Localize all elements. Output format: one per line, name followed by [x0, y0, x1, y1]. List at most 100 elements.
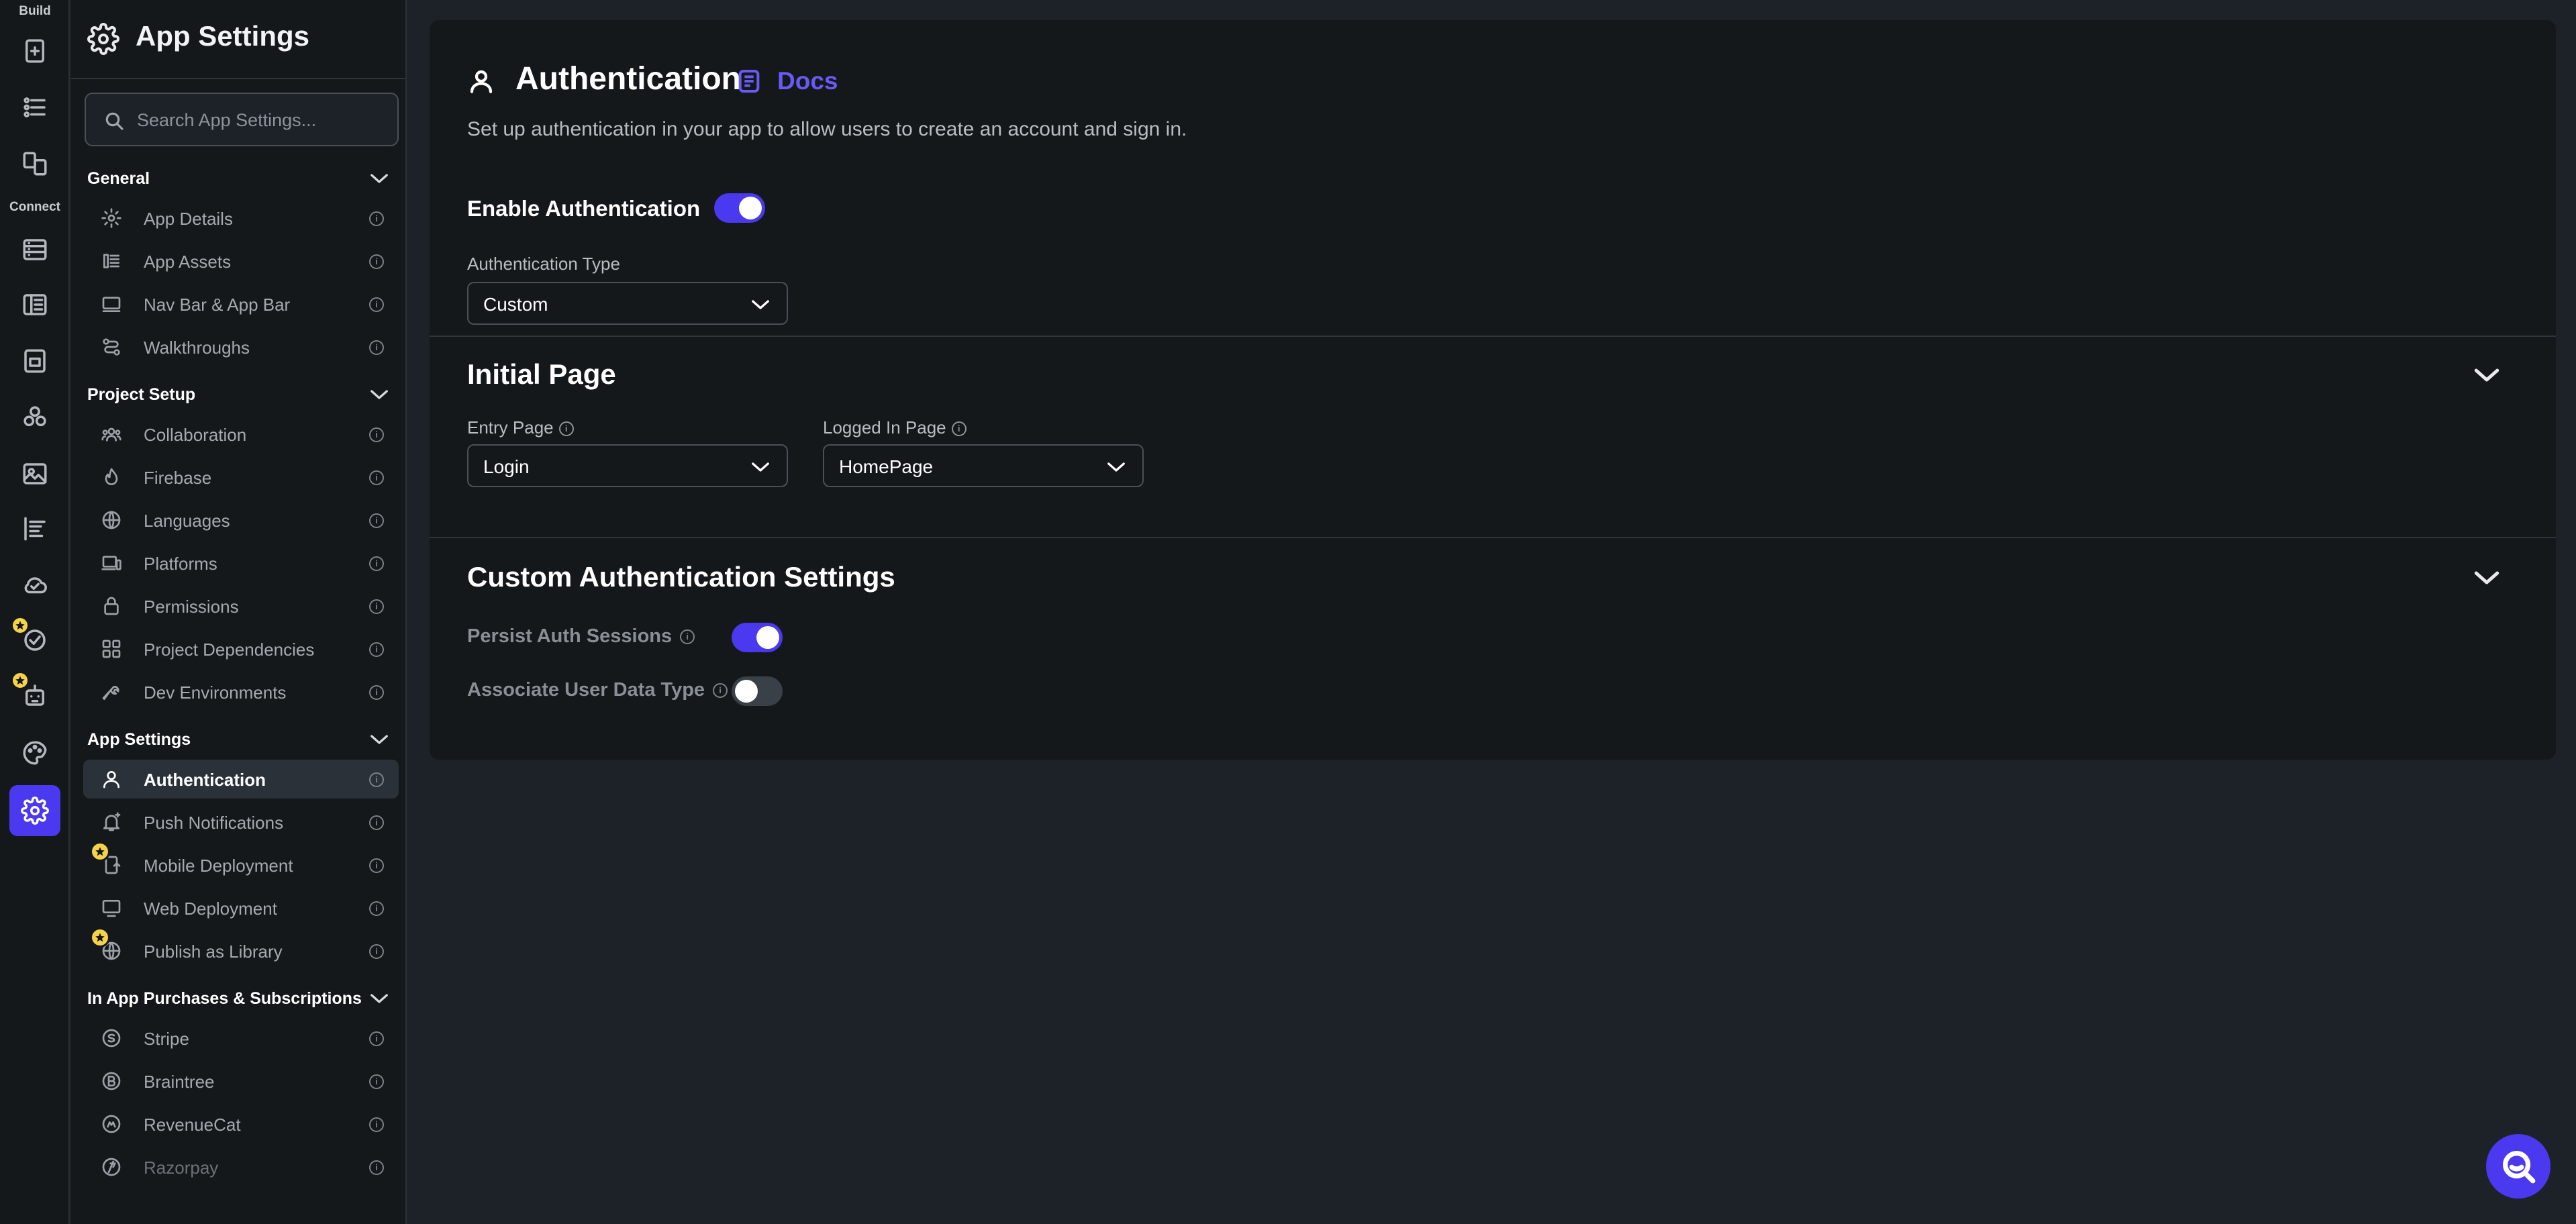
database-icon[interactable] — [9, 224, 60, 275]
lock-icon — [101, 595, 122, 617]
info-icon[interactable]: i — [680, 629, 695, 645]
logged-in-page-dropdown[interactable]: HomePage — [823, 444, 1144, 487]
info-icon[interactable]: i — [369, 901, 384, 916]
chevron-down-icon — [370, 994, 388, 1003]
media-assets-icon[interactable] — [9, 336, 60, 387]
theme-palette-icon[interactable] — [9, 727, 60, 778]
gear-icon — [87, 23, 119, 55]
star-badge-icon — [11, 671, 30, 690]
chevron-down-icon — [752, 300, 769, 309]
persist-auth-sessions-text: Persist Auth Sessions — [467, 625, 673, 647]
sidebar-item-label: Razorpay — [144, 1158, 219, 1178]
enable-authentication-toggle[interactable] — [714, 193, 765, 223]
widget-tree-icon[interactable] — [9, 82, 60, 133]
info-icon[interactable]: i — [369, 815, 384, 830]
person-icon — [467, 67, 495, 95]
wrench-icon — [101, 681, 122, 703]
sidebar-item-walkthroughs[interactable]: Walkthroughs i — [83, 327, 399, 366]
info-icon[interactable]: i — [369, 599, 384, 614]
info-icon[interactable]: i — [369, 685, 384, 700]
sidebar-item-label: Walkthroughs — [144, 338, 250, 358]
group-header-1[interactable]: Project Setup — [71, 376, 405, 413]
testing-icon[interactable] — [9, 615, 60, 666]
info-icon[interactable]: i — [369, 944, 384, 959]
associate-user-data-type-toggle[interactable] — [732, 676, 783, 706]
group-header-3[interactable]: In App Purchases & Subscriptions — [71, 980, 405, 1017]
entry-page-dropdown[interactable]: Login — [467, 444, 788, 487]
star-badge-icon — [90, 927, 110, 948]
group-header-0[interactable]: General — [71, 160, 405, 197]
revenuecat-icon — [101, 1113, 122, 1135]
custom-auth-collapse-button[interactable] — [2473, 568, 2501, 596]
section-divider — [430, 537, 2556, 538]
cloud-icon[interactable] — [9, 560, 60, 611]
data-schema-icon[interactable] — [9, 279, 60, 330]
search-box[interactable] — [85, 93, 399, 146]
info-icon[interactable]: i — [369, 1031, 384, 1046]
sidebar-item-authentication[interactable]: Authentication i — [83, 760, 399, 799]
info-icon[interactable]: i — [369, 1160, 384, 1175]
info-icon[interactable]: i — [369, 254, 384, 269]
icon-rail: Build Connect — [0, 0, 70, 1224]
info-icon[interactable]: i — [713, 683, 728, 699]
chevron-down-icon — [370, 735, 388, 744]
search-input[interactable] — [137, 103, 385, 137]
sidebar-item-publish-as-library[interactable]: Publish as Library i — [83, 927, 399, 970]
info-icon[interactable]: i — [369, 513, 384, 528]
enable-authentication-label: Enable Authentication — [467, 196, 701, 221]
braintree-icon — [101, 1070, 122, 1092]
persist-auth-sessions-toggle[interactable] — [732, 623, 783, 652]
sidebar-item-dev-environments[interactable]: Dev Environments i — [83, 672, 399, 711]
info-icon[interactable]: i — [369, 556, 384, 571]
sidebar-item-braintree[interactable]: Braintree i — [83, 1062, 399, 1101]
ai-agent-icon[interactable] — [9, 670, 60, 721]
info-icon[interactable]: i — [369, 470, 384, 485]
sidebar-item-permissions[interactable]: Permissions i — [83, 586, 399, 625]
sidebar-item-nav-bar-app-bar[interactable]: Nav Bar & App Bar i — [83, 285, 399, 323]
sidebar-item-web-deployment[interactable]: Web Deployment i — [83, 888, 399, 927]
sidebar-item-app-details[interactable]: App Details i — [83, 199, 399, 238]
info-icon[interactable]: i — [369, 1074, 384, 1089]
help-search-button[interactable] — [2486, 1134, 2550, 1198]
components-icon[interactable] — [9, 138, 60, 189]
info-icon[interactable]: i — [369, 858, 384, 873]
sidebar-item-stripe[interactable]: Stripe i — [83, 1019, 399, 1058]
logged-in-page-label: Logged In Page i — [823, 417, 967, 438]
logs-icon[interactable] — [9, 503, 60, 554]
group-title: In App Purchases & Subscriptions — [87, 989, 362, 1008]
sidebar-title: App Settings — [136, 20, 309, 52]
info-icon[interactable]: i — [369, 211, 384, 226]
sidebar-item-languages[interactable]: Languages i — [83, 501, 399, 540]
group-title: App Settings — [87, 730, 191, 749]
add-page-icon[interactable] — [9, 26, 60, 76]
sidebar-item-firebase[interactable]: Firebase i — [83, 458, 399, 497]
sidebar-item-label: Authentication — [144, 770, 266, 790]
settings-gear-icon[interactable] — [9, 785, 60, 836]
sidebar-item-collaboration[interactable]: Collaboration i — [83, 415, 399, 454]
info-icon[interactable]: i — [369, 340, 384, 355]
info-icon[interactable]: i — [558, 421, 574, 437]
chevron-down-icon — [1107, 462, 1125, 472]
sidebar-item-razorpay[interactable]: Razorpay i — [83, 1148, 399, 1186]
sidebar-item-mobile-deployment[interactable]: Mobile Deployment i — [83, 842, 399, 884]
authentication-type-dropdown[interactable]: Custom — [467, 282, 788, 325]
info-icon[interactable]: i — [369, 772, 384, 787]
info-icon[interactable]: i — [369, 642, 384, 657]
sidebar-item-label: Stripe — [144, 1029, 189, 1049]
sidebar-item-project-dependencies[interactable]: Project Dependencies i — [83, 629, 399, 668]
integrations-icon[interactable] — [9, 392, 60, 443]
info-icon[interactable]: i — [369, 427, 384, 442]
sidebar-item-revenuecat[interactable]: RevenueCat i — [83, 1105, 399, 1143]
rail-build-label: Build — [19, 4, 51, 18]
sidebar-item-app-assets[interactable]: App Assets i — [83, 242, 399, 280]
sidebar-item-push-notifications[interactable]: Push Notifications i — [83, 803, 399, 842]
initial-page-collapse-button[interactable] — [2473, 365, 2501, 393]
image-icon[interactable] — [9, 448, 60, 499]
chevron-down-icon — [752, 462, 769, 472]
info-icon[interactable]: i — [369, 1117, 384, 1132]
info-icon[interactable]: i — [951, 421, 967, 437]
info-icon[interactable]: i — [369, 297, 384, 312]
nav-bar-icon — [101, 293, 122, 315]
group-header-2[interactable]: App Settings — [71, 721, 405, 758]
sidebar-item-platforms[interactable]: Platforms i — [83, 544, 399, 582]
